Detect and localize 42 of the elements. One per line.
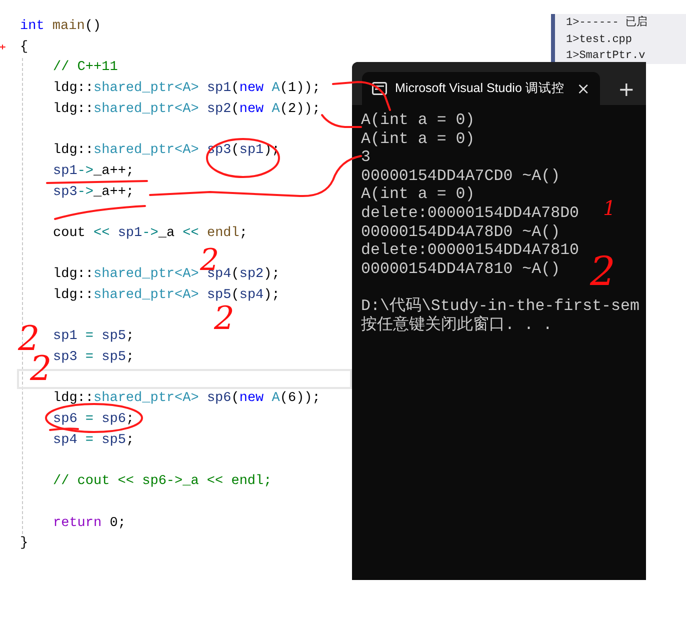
code-line: sp4 = sp5; xyxy=(53,432,134,449)
console-line: 00000154DD4A78D0 ~A() xyxy=(361,222,560,241)
console-line: A(int a = 0) xyxy=(361,185,475,204)
code-line: ldg::shared_ptr<A> sp6(new A(6)); xyxy=(53,391,320,408)
console-line: 00000154DD4A7CD0 ~A() xyxy=(361,166,560,185)
output-line: 1>test.cpp xyxy=(566,34,632,46)
code-line: } xyxy=(20,536,28,552)
code-line: sp3->_a++; xyxy=(53,184,134,200)
code-line: // C++11 xyxy=(53,60,118,76)
output-line: 1>SmartPtr.v xyxy=(566,50,646,62)
code-line: int main() xyxy=(20,19,102,35)
code-line: ldg::shared_ptr<A> sp5(sp4); xyxy=(53,288,280,304)
console-line: 00000154DD4A7810 ~A() xyxy=(361,260,560,278)
close-tab-button[interactable]: × xyxy=(576,79,590,98)
terminal-icon xyxy=(372,82,387,95)
console-line: delete:00000154DD4A7810 xyxy=(361,241,580,260)
handwritten-number: 2 xyxy=(590,252,616,292)
console-line: D:\代码\Study-in-the-first-sem xyxy=(361,296,640,315)
underline-mark xyxy=(49,428,79,431)
code-line: ldg::shared_ptr<A> sp2(new A(2)); xyxy=(53,102,320,118)
tab-title: Microsoft Visual Studio 调试控 xyxy=(395,80,564,97)
code-line: ldg::shared_ptr<A> sp1(new A(1)); xyxy=(53,81,320,98)
console-line: 3 xyxy=(361,148,370,166)
code-line: { xyxy=(20,40,28,56)
handwritten-number: 2 xyxy=(214,302,234,334)
cross-mark xyxy=(0,44,6,50)
leader-line xyxy=(321,114,362,128)
console-line: 按任意键关闭此窗口. . . xyxy=(361,316,552,334)
code-line: sp1 = sp5; xyxy=(53,329,134,346)
code-line: // cout << sp6->_a << endl; xyxy=(53,474,272,490)
code-line: sp3 = sp5; xyxy=(53,350,134,366)
code-line: sp1->_a++; xyxy=(53,164,134,180)
code-line: return 0; xyxy=(53,516,126,532)
console-line: delete:00000154DD4A78D0 xyxy=(361,204,580,222)
handwritten-number: 1 xyxy=(603,198,616,218)
leader-line xyxy=(332,81,391,111)
console-line: A(int a = 0) xyxy=(361,130,475,148)
code-line: sp6 = sp6; xyxy=(53,412,134,428)
output-line: 1>------ 已启 xyxy=(566,17,648,29)
code-line: cout << sp1->_a << endl; xyxy=(53,226,248,242)
console-line: A(int a = 0) xyxy=(361,111,475,129)
new-tab-button[interactable]: + xyxy=(614,72,639,105)
